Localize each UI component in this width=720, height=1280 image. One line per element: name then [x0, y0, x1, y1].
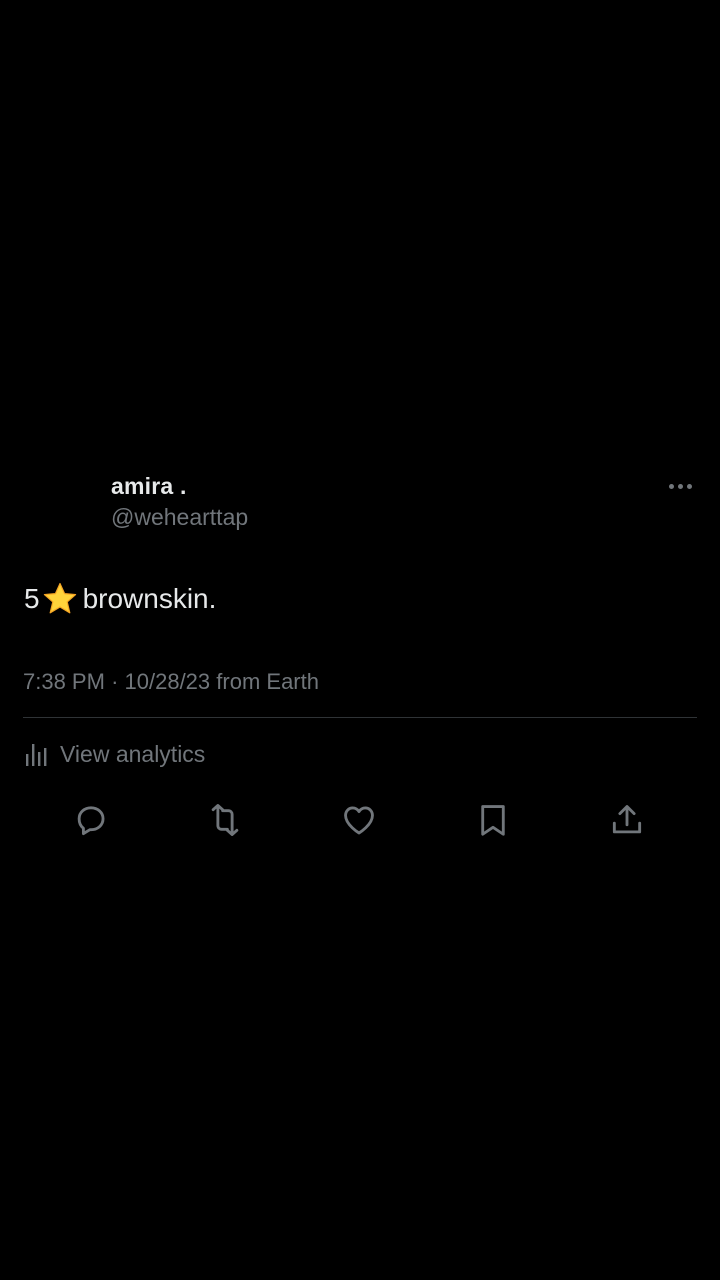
tweet-detail: amira . @wehearttap 5 brownskin. 7:38 PM… — [0, 0, 720, 1280]
retweet-icon — [211, 804, 239, 836]
like-button[interactable] — [337, 798, 381, 842]
more-dot-icon — [668, 483, 674, 489]
more-options-button[interactable] — [660, 472, 700, 500]
reply-button[interactable] — [69, 798, 113, 842]
view-analytics-label: View analytics — [60, 740, 206, 767]
avatar[interactable] — [24, 470, 96, 542]
bookmark-button[interactable] — [471, 798, 515, 842]
meta-separator: · — [111, 669, 119, 694]
author-handle[interactable]: @wehearttap — [111, 504, 248, 531]
author-display-name[interactable]: amira . — [111, 473, 187, 500]
star-icon — [43, 582, 76, 614]
tweet-text-prefix: 5 — [24, 583, 40, 614]
tweet-date[interactable]: 10/28/23 — [125, 669, 211, 694]
divider — [23, 717, 697, 718]
bookmark-icon — [481, 805, 505, 836]
tweet-time[interactable]: 7:38 PM — [23, 669, 105, 694]
view-analytics-button[interactable]: View analytics — [24, 738, 205, 770]
tweet-source: from Earth — [216, 669, 319, 694]
share-icon — [612, 805, 642, 834]
comment-icon — [77, 806, 105, 836]
more-dot-icon — [677, 483, 683, 489]
tweet-meta: 7:38 PM · 10/28/23 from Earth — [23, 669, 319, 695]
bar-chart-icon — [26, 744, 47, 766]
tweet-actions-bar — [0, 798, 720, 842]
tweet-text-suffix: brownskin. — [82, 583, 217, 614]
tweet-text: 5 brownskin. — [24, 581, 216, 617]
heart-icon — [344, 806, 374, 835]
more-dot-icon — [686, 483, 692, 489]
retweet-button[interactable] — [203, 798, 247, 842]
share-button[interactable] — [605, 798, 649, 842]
